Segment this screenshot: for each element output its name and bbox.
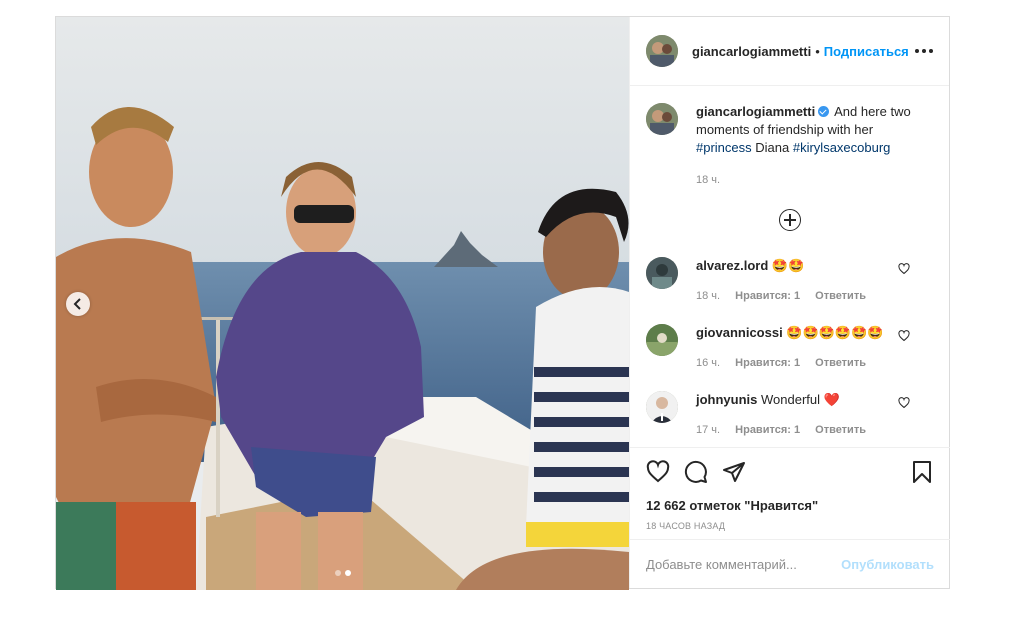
hashtag-link[interactable]: #princess (696, 140, 752, 155)
verified-badge-icon (818, 106, 830, 117)
share-button[interactable] (722, 460, 746, 484)
avatar-image (646, 391, 678, 423)
comment-text: 🤩🤩🤩🤩🤩🤩 (786, 325, 884, 340)
comment-button[interactable] (684, 460, 708, 484)
header-separator: • (815, 43, 820, 59)
hashtag-link[interactable]: #kirylsaxecoburg (793, 140, 891, 155)
yacht-photo-image (56, 17, 629, 590)
comment-time[interactable]: 16 ч. (696, 357, 720, 369)
comment-username[interactable]: johnyunis (696, 392, 757, 407)
commenter-avatar[interactable] (646, 391, 678, 423)
carousel-dot-active[interactable] (344, 570, 351, 576)
likes-count[interactable]: 12 662 отметок "Нравится" (646, 498, 934, 513)
post-card: giancarlogiammetti • Подписаться giancar… (55, 16, 950, 590)
comment-item: giovannicossi 🤩🤩🤩🤩🤩🤩 16 ч. Нравится: 1 О… (646, 324, 934, 391)
avatar-image (646, 103, 678, 135)
heart-icon[interactable] (898, 330, 910, 342)
avatar-image (646, 324, 678, 356)
caption-time[interactable]: 18 ч. (696, 171, 926, 189)
comment-text: Wonderful ❤️ (761, 392, 840, 407)
reply-button[interactable]: Ответить (815, 290, 866, 302)
post-caption: giancarlogiammetti And here two moments … (646, 103, 934, 189)
posted-time[interactable]: 18 часов назад (646, 521, 934, 531)
bookmark-icon (913, 461, 931, 483)
more-horizontal-icon[interactable] (915, 49, 933, 53)
paper-plane-icon (723, 462, 745, 482)
heart-icon[interactable] (898, 263, 910, 275)
comment-item: johnyunis Wonderful ❤️ 17 ч. Нравится: 1… (646, 391, 934, 447)
comment-likes[interactable]: Нравится: 1 (735, 290, 800, 302)
comments-list[interactable]: giancarlogiammetti And here two moments … (630, 87, 950, 447)
post-side-panel: giancarlogiammetti • Подписаться giancar… (629, 17, 950, 588)
comment-time[interactable]: 17 ч. (696, 424, 720, 436)
heart-icon (646, 460, 670, 483)
avatar-image (646, 35, 678, 67)
comment-username[interactable]: giovannicossi (696, 325, 783, 340)
carousel-dots (56, 570, 629, 576)
publish-button[interactable]: Опубликовать (841, 557, 934, 572)
heart-icon[interactable] (898, 397, 910, 409)
caption-avatar[interactable] (646, 103, 678, 135)
comment-text: 🤩🤩 (771, 258, 805, 273)
reply-button[interactable]: Ответить (815, 424, 866, 436)
author-username[interactable]: giancarlogiammetti (692, 44, 811, 59)
comment-likes[interactable]: Нравится: 1 (735, 424, 800, 436)
comment-item: alvarez.lord 🤩🤩 18 ч. Нравится: 1 Ответи… (646, 257, 934, 324)
reply-button[interactable]: Ответить (815, 357, 866, 369)
post-actions: 12 662 отметок "Нравится" 18 часов назад (630, 447, 950, 539)
caption-text-middle: Diana (755, 140, 790, 155)
like-button[interactable] (646, 460, 670, 484)
commenter-avatar[interactable] (646, 324, 678, 356)
plus-circle-icon[interactable] (779, 209, 801, 231)
follow-button[interactable]: Подписаться (824, 44, 909, 59)
comment-time[interactable]: 18 ч. (696, 290, 720, 302)
comment-icon (684, 460, 707, 483)
commenter-avatar[interactable] (646, 257, 678, 289)
carousel-prev-button[interactable] (66, 292, 90, 316)
author-avatar[interactable] (646, 35, 678, 67)
caption-username[interactable]: giancarlogiammetti (696, 104, 815, 119)
comment-input[interactable] (646, 556, 842, 572)
comment-username[interactable]: alvarez.lord (696, 258, 768, 273)
avatar-image (646, 257, 678, 289)
save-button[interactable] (910, 460, 934, 484)
comment-likes[interactable]: Нравится: 1 (735, 357, 800, 369)
load-more-comments (646, 209, 934, 231)
add-comment-form: Опубликовать (630, 539, 950, 588)
carousel-dot[interactable] (334, 570, 341, 576)
post-photo[interactable] (56, 17, 629, 590)
chevron-left-icon (73, 298, 81, 310)
post-header: giancarlogiammetti • Подписаться (630, 17, 949, 86)
